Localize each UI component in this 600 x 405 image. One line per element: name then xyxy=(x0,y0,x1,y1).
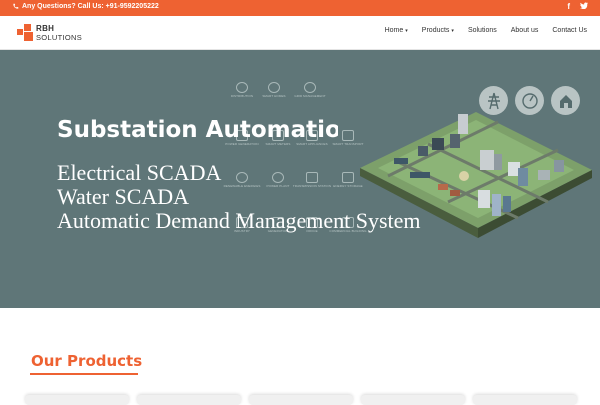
phone-icon xyxy=(13,3,19,9)
grid-management-icon: GRID MANAGEMENT xyxy=(290,82,330,99)
smart-homes-icon: SMART HOMES xyxy=(254,82,294,99)
transmission-station-icon: TRANSMISSION STATION xyxy=(292,172,332,189)
contact-text: Any Questions? Call Us: +91-9592205222 xyxy=(22,3,159,10)
chevron-down-icon: ▾ xyxy=(405,27,408,34)
site-header: RBH SOLUTIONS Home ▾ Products ▾ Solution… xyxy=(0,16,600,50)
hero-banner: DISTRIBUTION SMART HOMES GRID MANAGEMENT… xyxy=(0,50,600,308)
product-card[interactable] xyxy=(25,395,129,405)
hero-title: Substation Automation xyxy=(57,117,338,143)
logo-square xyxy=(24,32,33,41)
logo[interactable]: RBH SOLUTIONS xyxy=(17,24,87,44)
product-card[interactable] xyxy=(361,395,465,405)
twitter-icon[interactable] xyxy=(580,2,588,9)
logo-square xyxy=(17,29,23,35)
hero-subtitle-line: Water SCADA xyxy=(57,184,190,209)
nav-item-solutions[interactable]: Solutions xyxy=(461,27,504,34)
logo-square xyxy=(24,24,31,31)
chevron-down-icon: ▾ xyxy=(451,27,454,34)
nav-label: Solutions xyxy=(467,27,497,34)
nav-label: Products xyxy=(421,27,450,34)
nav-label: Home xyxy=(384,27,404,34)
product-card[interactable] xyxy=(249,395,353,405)
nav-label: Contact Us xyxy=(552,27,587,34)
heading-underline xyxy=(30,373,138,375)
product-card[interactable] xyxy=(473,395,577,405)
nav-item-products[interactable]: Products ▾ xyxy=(415,27,461,34)
section-heading-products: Our Products xyxy=(31,352,143,370)
nav-label: About us xyxy=(510,27,539,34)
main-nav: Home ▾ Products ▾ Solutions About us Con… xyxy=(378,27,594,34)
nav-item-about[interactable]: About us xyxy=(504,27,546,34)
logo-text-line2: SOLUTIONS xyxy=(36,33,83,42)
hero-subtitle-line: Automatic Demand Management System xyxy=(57,208,421,233)
top-contact-bar: Any Questions? Call Us: +91-9592205222 f xyxy=(0,0,600,16)
social-links: f xyxy=(567,2,588,11)
hero-subtitle-line: Electrical SCADA xyxy=(57,160,222,185)
product-card[interactable] xyxy=(137,395,241,405)
renewable-energies-icon: RENEWABLE ENERGIES xyxy=(222,172,262,189)
product-cards xyxy=(25,395,577,405)
contact-info[interactable]: Any Questions? Call Us: +91-9592205222 xyxy=(12,3,159,10)
logo-text-line1: RBH xyxy=(36,24,55,33)
nav-item-contact[interactable]: Contact Us xyxy=(545,27,594,34)
facebook-icon[interactable]: f xyxy=(567,2,570,11)
nav-item-home[interactable]: Home ▾ xyxy=(378,27,415,34)
